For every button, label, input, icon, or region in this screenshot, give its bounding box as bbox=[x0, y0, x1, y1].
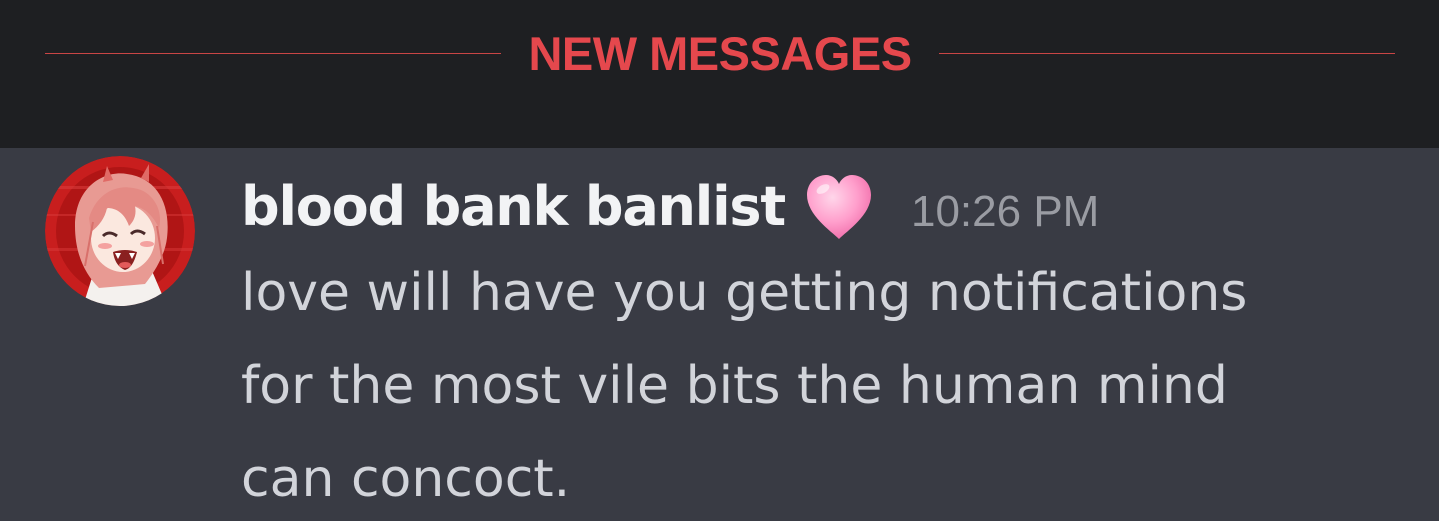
message-item[interactable]: blood bank banlist 10:26 PM love will ha… bbox=[0, 148, 1439, 521]
new-messages-divider: NEW MESSAGES bbox=[0, 0, 1439, 148]
message-line: love will have you getting notifications bbox=[241, 263, 1248, 323]
message-line: can concoct. bbox=[241, 449, 571, 509]
message-content: love will have you getting notifications… bbox=[241, 247, 1411, 521]
username[interactable]: blood bank banlist bbox=[241, 175, 786, 238]
message-timestamp[interactable]: 10:26 PM bbox=[911, 187, 1099, 237]
message-header: blood bank banlist 10:26 PM bbox=[241, 166, 1099, 246]
divider-line-left bbox=[45, 53, 501, 54]
divider-line-right bbox=[939, 53, 1395, 54]
message-line: for the most vile bits the human mind bbox=[241, 356, 1228, 416]
pink-heart-icon bbox=[801, 169, 877, 245]
chat-view: NEW MESSAGES blood bank banlist 10:26 PM… bbox=[0, 0, 1439, 521]
avatar-image bbox=[45, 156, 195, 306]
avatar[interactable] bbox=[45, 156, 195, 306]
new-messages-label: NEW MESSAGES bbox=[528, 27, 912, 80]
